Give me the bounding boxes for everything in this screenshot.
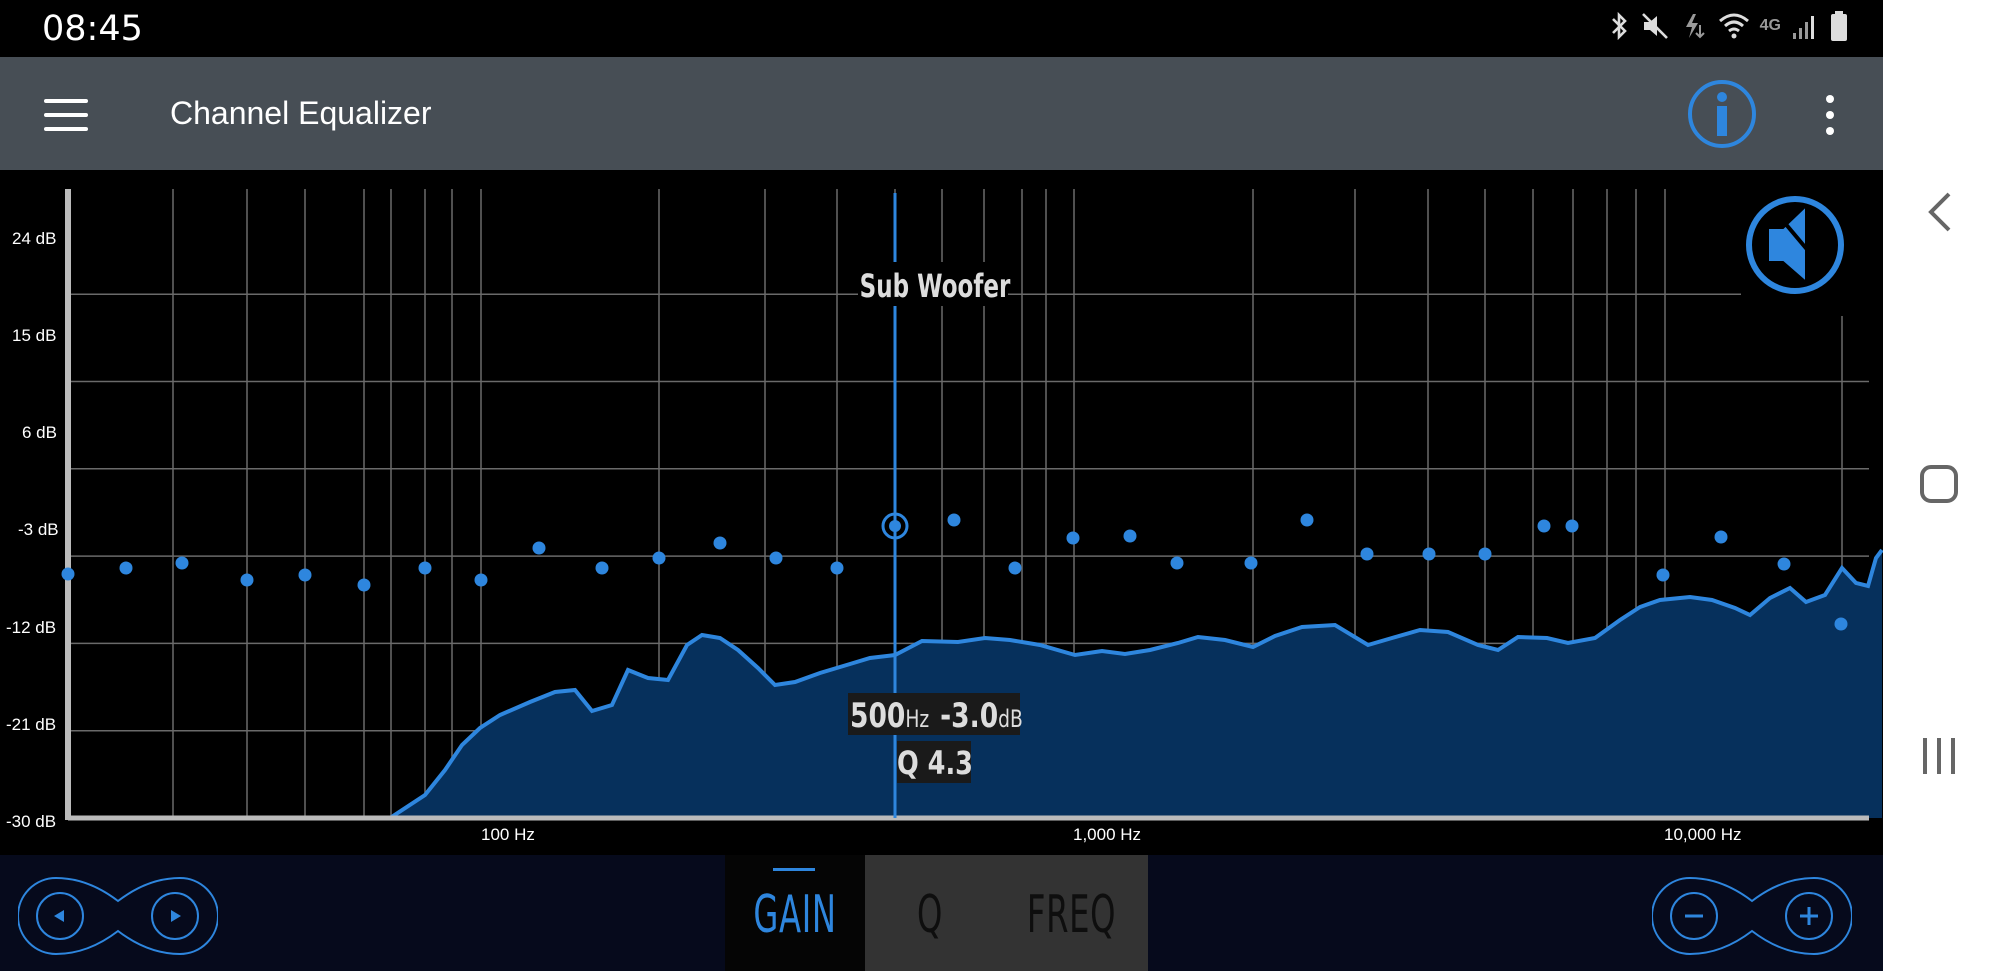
battery-icon <box>1831 11 1847 41</box>
back-button[interactable] <box>1883 172 1996 252</box>
band-point[interactable] <box>1123 529 1137 543</box>
y-label-minus12: -12 dB <box>6 618 56 637</box>
prev-band-icon <box>54 910 64 922</box>
band-point[interactable] <box>1008 561 1022 575</box>
more-options-button[interactable] <box>1810 87 1850 143</box>
status-time: 08:45 <box>42 9 143 49</box>
y-label-minus30: -30 dB <box>6 812 56 831</box>
page-title: Channel Equalizer <box>170 95 432 131</box>
band-point[interactable] <box>418 561 432 575</box>
band-point[interactable] <box>240 573 254 587</box>
band-point[interactable] <box>1170 556 1184 570</box>
channel-label: Sub Woofer <box>860 267 1011 305</box>
band-point[interactable] <box>1300 513 1314 527</box>
band-point[interactable] <box>947 513 961 527</box>
signal-icon <box>1793 16 1814 39</box>
band-point[interactable] <box>652 551 666 565</box>
equalizer-graph[interactable]: 24 dB 15 dB 6 dB -3 dB -12 dB -21 dB -30… <box>0 170 1883 855</box>
data-icon <box>1685 14 1705 39</box>
band-point[interactable] <box>595 561 609 575</box>
band-point[interactable] <box>61 567 75 581</box>
band-point[interactable] <box>119 561 133 575</box>
mute-icon <box>1641 13 1668 39</box>
back-icon <box>1928 192 1951 232</box>
bottom-control-bar: GAIN Q FREQ <box>0 855 1883 971</box>
band-point[interactable] <box>298 568 312 582</box>
y-label-24: 24 dB <box>12 229 56 248</box>
status-bar: 08:45 4G <box>0 0 1883 57</box>
tab-freq[interactable]: FREQ <box>995 855 1148 971</box>
frequency-response <box>68 548 1883 820</box>
band-point[interactable] <box>830 561 844 575</box>
x-label-1000hz: 1,000 Hz <box>1073 825 1141 844</box>
readout-freq: 500 <box>850 697 905 736</box>
status-icons: 4G <box>1608 10 1849 42</box>
prev-band-button[interactable] <box>36 892 84 940</box>
gain-stepper <box>1651 871 1853 961</box>
decrease-button[interactable] <box>1670 892 1718 940</box>
next-band-button[interactable] <box>151 892 199 940</box>
recents-button[interactable] <box>1883 716 1996 796</box>
y-label-minus21: -21 dB <box>6 715 56 734</box>
y-axis-labels: 24 dB 15 dB 6 dB -3 dB -12 dB -21 dB -30… <box>6 229 59 831</box>
recents-icon <box>1923 738 1955 774</box>
increase-button[interactable] <box>1785 892 1833 940</box>
tab-gain[interactable]: GAIN <box>725 855 865 971</box>
tab-q[interactable]: Q <box>865 855 995 971</box>
band-navigator <box>17 871 219 961</box>
band-point[interactable] <box>175 556 189 570</box>
x-axis-labels: 100 Hz 1,000 Hz 10,000 Hz <box>481 825 1742 844</box>
home-icon <box>1920 465 1958 503</box>
y-label-6: 6 dB <box>22 423 57 442</box>
band-point[interactable] <box>474 573 488 587</box>
readout-gain-unit: dB <box>998 706 1023 734</box>
band-point[interactable] <box>1565 519 1579 533</box>
band-point[interactable] <box>1714 530 1728 544</box>
active-tab-indicator <box>773 868 815 871</box>
tab-gain-label: GAIN <box>753 885 837 945</box>
home-button[interactable] <box>1883 444 1996 524</box>
menu-button[interactable] <box>36 95 96 135</box>
band-point[interactable] <box>1656 568 1670 582</box>
info-icon <box>1688 80 1756 148</box>
app-bar: Channel Equalizer <box>0 57 1883 170</box>
band-point[interactable] <box>532 541 546 555</box>
bluetooth-icon <box>1611 11 1627 41</box>
band-point[interactable] <box>1422 547 1436 561</box>
tab-q-label: Q <box>916 885 944 945</box>
readout-freq-unit: Hz <box>905 706 929 734</box>
band-point[interactable] <box>1478 547 1492 561</box>
tab-freq-label: FREQ <box>1026 885 1117 945</box>
band-points[interactable] <box>61 513 1848 631</box>
band-point[interactable] <box>1537 519 1551 533</box>
readout-gain: -3.0 <box>940 697 998 736</box>
band-point[interactable] <box>1360 547 1374 561</box>
band-point[interactable] <box>1066 531 1080 545</box>
response-fill <box>68 550 1882 818</box>
system-navigation-bar <box>1883 0 1996 971</box>
x-label-100hz: 100 Hz <box>481 825 535 844</box>
band-point[interactable] <box>1834 617 1848 631</box>
plus-icon <box>1800 907 1818 925</box>
info-button[interactable] <box>1687 79 1757 149</box>
x-label-10000hz: 10,000 Hz <box>1664 825 1742 844</box>
wifi-icon <box>1718 13 1749 39</box>
next-band-icon <box>171 910 181 922</box>
readout-q: Q 4.3 <box>897 744 973 782</box>
y-label-15: 15 dB <box>12 326 56 345</box>
band-point[interactable] <box>713 536 727 550</box>
4g-icon: 4G <box>1759 17 1781 34</box>
selected-band-point[interactable] <box>889 520 901 532</box>
band-point[interactable] <box>769 551 783 565</box>
band-point[interactable] <box>1777 557 1791 571</box>
mute-toggle-button[interactable] <box>1741 186 1871 306</box>
band-point[interactable] <box>357 578 371 592</box>
y-label-minus3: -3 dB <box>18 520 59 539</box>
band-point[interactable] <box>1244 556 1258 570</box>
